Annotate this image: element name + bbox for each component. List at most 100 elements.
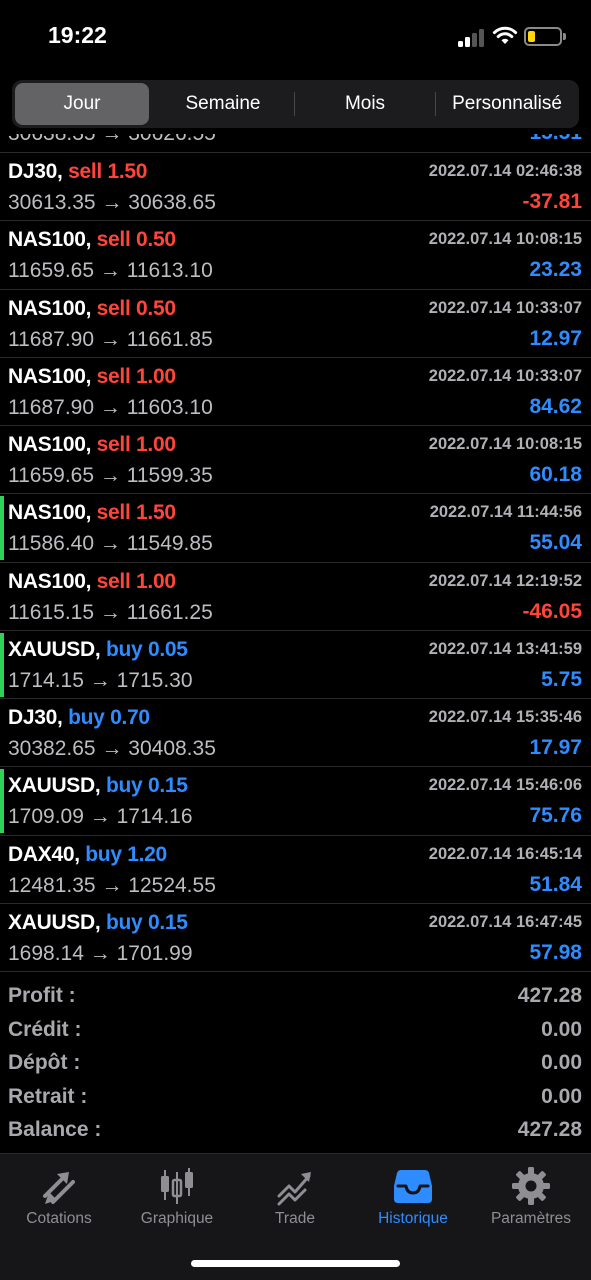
close-price: 12524.55 — [128, 873, 216, 897]
home-indicator — [191, 1260, 400, 1267]
tab-personnalise[interactable]: Personnalisé — [436, 83, 578, 125]
summary-row-retrait: Retrait : 0.00 — [0, 1081, 591, 1115]
summary-value: 0.00 — [541, 1084, 582, 1108]
deal-profit: 57.98 — [529, 940, 582, 964]
deal-time: 2022.07.14 10:33:07 — [428, 298, 582, 317]
summary-label: Dépôt : — [8, 1051, 81, 1075]
deal-profit: 12.97 — [529, 326, 582, 350]
summary-row-profit: Profit : 427.28 — [0, 980, 591, 1014]
trend-icon — [277, 1172, 311, 1206]
direction-label: sell — [96, 296, 131, 320]
open-price: 11586.40 — [8, 532, 95, 556]
open-price: 11687.90 — [8, 327, 95, 351]
symbol-name: DAX40, — [8, 842, 80, 866]
symbol-name: XAUUSD, — [8, 910, 101, 934]
arrow-right-icon: → — [99, 532, 121, 556]
tab-mois[interactable]: Mois — [295, 83, 435, 125]
deal-row[interactable]: DJ30, buy 0.70 2022.07.14 15:35:46 30382.6… — [0, 699, 591, 768]
volume-value: 0.15 — [147, 910, 188, 934]
deal-prices: 1714.15 → 1715.30 — [8, 669, 193, 693]
open-price: 11615.15 — [8, 600, 95, 624]
deals-list[interactable]: 30638.35 → 30626.55 15.51 DJ30, sell 1.5… — [0, 134, 591, 972]
deal-row[interactable]: DAX40, buy 1.20 2022.07.14 16:45:14 12481.… — [0, 836, 591, 904]
close-price: 11613.10 — [126, 259, 213, 283]
direction-label: sell — [96, 501, 131, 525]
deal-direction: sell 0.50 — [97, 228, 176, 251]
deal-symbol: DJ30, sell 1.50 — [8, 160, 147, 184]
deal-profit: 55.04 — [529, 531, 582, 555]
deal-direction: sell 1.00 — [97, 570, 176, 593]
tab-label: Paramètres — [490, 1210, 572, 1227]
deal-row[interactable]: XAUUSD, buy 0.15 2022.07.14 16:47:45 1698.… — [0, 904, 591, 972]
deal-row[interactable]: DJ30, sell 1.50 2022.07.14 02:46:38 30613.… — [0, 153, 591, 222]
tab-trade[interactable]: Trade — [236, 1162, 354, 1232]
deal-row[interactable]: XAUUSD, buy 0.05 2022.07.14 13:41:59 1714.… — [0, 631, 591, 699]
deal-profit: 15.51 — [529, 134, 582, 145]
deal-symbol: XAUUSD, buy 0.15 — [8, 774, 188, 798]
deal-row[interactable]: NAS100, sell 0.50 2022.07.14 10:08:15 1165… — [0, 221, 591, 290]
tab-historique[interactable]: Historique — [354, 1162, 472, 1232]
candlestick-icon — [161, 1168, 193, 1204]
direction-label: sell — [96, 569, 131, 593]
deal-prices: 12481.35 → 12524.55 — [8, 874, 216, 898]
deal-prices: 11687.90 → 11603.10 — [8, 396, 213, 420]
symbol-name: DJ30, — [8, 160, 63, 183]
direction-label: sell — [96, 364, 131, 388]
deal-time: 2022.07.14 15:46:06 — [428, 776, 582, 795]
deal-row[interactable]: NAS100, sell 0.50 2022.07.14 10:33:07 1168… — [0, 290, 591, 358]
arrow-right-icon: → — [99, 259, 121, 283]
symbol-name: NAS100, — [8, 501, 92, 525]
deal-row[interactable]: NAS100, sell 1.00 2022.07.14 10:33:07 1168… — [0, 358, 591, 426]
tab-parametres[interactable]: Paramètres — [472, 1162, 590, 1232]
summary-label: Profit : — [8, 984, 76, 1007]
summary-value: 0.00 — [541, 1017, 582, 1041]
tab-graphique[interactable]: Graphique — [118, 1162, 236, 1232]
summary-label: Balance : — [8, 1118, 102, 1142]
symbol-name: NAS100, — [8, 228, 92, 252]
deal-symbol: DJ30, buy 0.70 — [8, 706, 150, 730]
tab-semaine[interactable]: Semaine — [152, 83, 294, 125]
tab-cotations[interactable]: Cotations — [0, 1162, 118, 1232]
symbol-name: NAS100, — [8, 433, 92, 456]
deal-symbol: XAUUSD, buy 0.15 — [8, 911, 188, 935]
open-position-marker — [0, 769, 4, 834]
gear-icon — [512, 1167, 550, 1205]
close-price: 1701.99 — [116, 941, 193, 965]
deal-profit: 84.62 — [529, 394, 582, 418]
volume-value: 0.50 — [136, 296, 176, 320]
open-price: 11659.65 — [8, 259, 95, 283]
deal-prices: 1709.09 → 1714.16 — [8, 805, 193, 829]
arrow-right-icon: → — [89, 941, 111, 965]
deal-row[interactable]: NAS100, sell 1.00 2022.07.14 10:08:15 1165… — [0, 426, 591, 495]
deal-prices: 11586.40 → 11549.85 — [8, 532, 213, 556]
deal-symbol: XAUUSD, buy 0.05 — [8, 638, 188, 662]
deal-row[interactable]: NAS100, sell 1.50 2022.07.14 11:44:56 1158… — [0, 494, 591, 563]
deal-prices: 30382.65 → 30408.35 — [8, 737, 216, 761]
direction-label: buy — [105, 910, 143, 934]
direction-label: buy — [85, 842, 122, 866]
deal-profit: 23.23 — [529, 258, 582, 282]
open-price: 1714.15 — [8, 668, 84, 692]
arrow-right-icon: → — [99, 464, 121, 487]
deal-row[interactable]: XAUUSD, buy 0.15 2022.07.14 15:46:06 1709.… — [0, 767, 591, 836]
deal-row[interactable]: NAS100, sell 1.00 2022.07.14 12:19:52 1161… — [0, 563, 591, 631]
deal-row-partial[interactable]: 30638.35 → 30626.55 15.51 — [0, 134, 591, 153]
direction-label: sell — [96, 228, 131, 252]
symbol-name: NAS100, — [8, 296, 92, 320]
tab-label: Trade — [275, 1210, 315, 1227]
period-segmented-control: Jour Semaine Mois Personnalisé — [12, 80, 579, 128]
deal-symbol: NAS100, sell 1.00 — [8, 365, 176, 389]
volume-value: 1.20 — [127, 842, 167, 866]
symbol-name: XAUUSD, — [8, 774, 101, 798]
open-price: 30382.65 — [8, 737, 96, 760]
tab-jour[interactable]: Jour — [15, 83, 149, 125]
summary-value: 427.28 — [517, 984, 582, 1007]
deal-symbol: NAS100, sell 1.00 — [8, 570, 176, 594]
deal-profit: 5.75 — [541, 667, 582, 691]
close-price: 1715.30 — [116, 668, 193, 692]
open-price: 1698.14 — [8, 941, 84, 965]
arrow-right-icon: → — [99, 600, 121, 624]
summary-value: 427.28 — [517, 1118, 582, 1142]
deal-profit: -37.81 — [522, 190, 582, 213]
deal-symbol: NAS100, sell 1.00 — [8, 433, 176, 457]
